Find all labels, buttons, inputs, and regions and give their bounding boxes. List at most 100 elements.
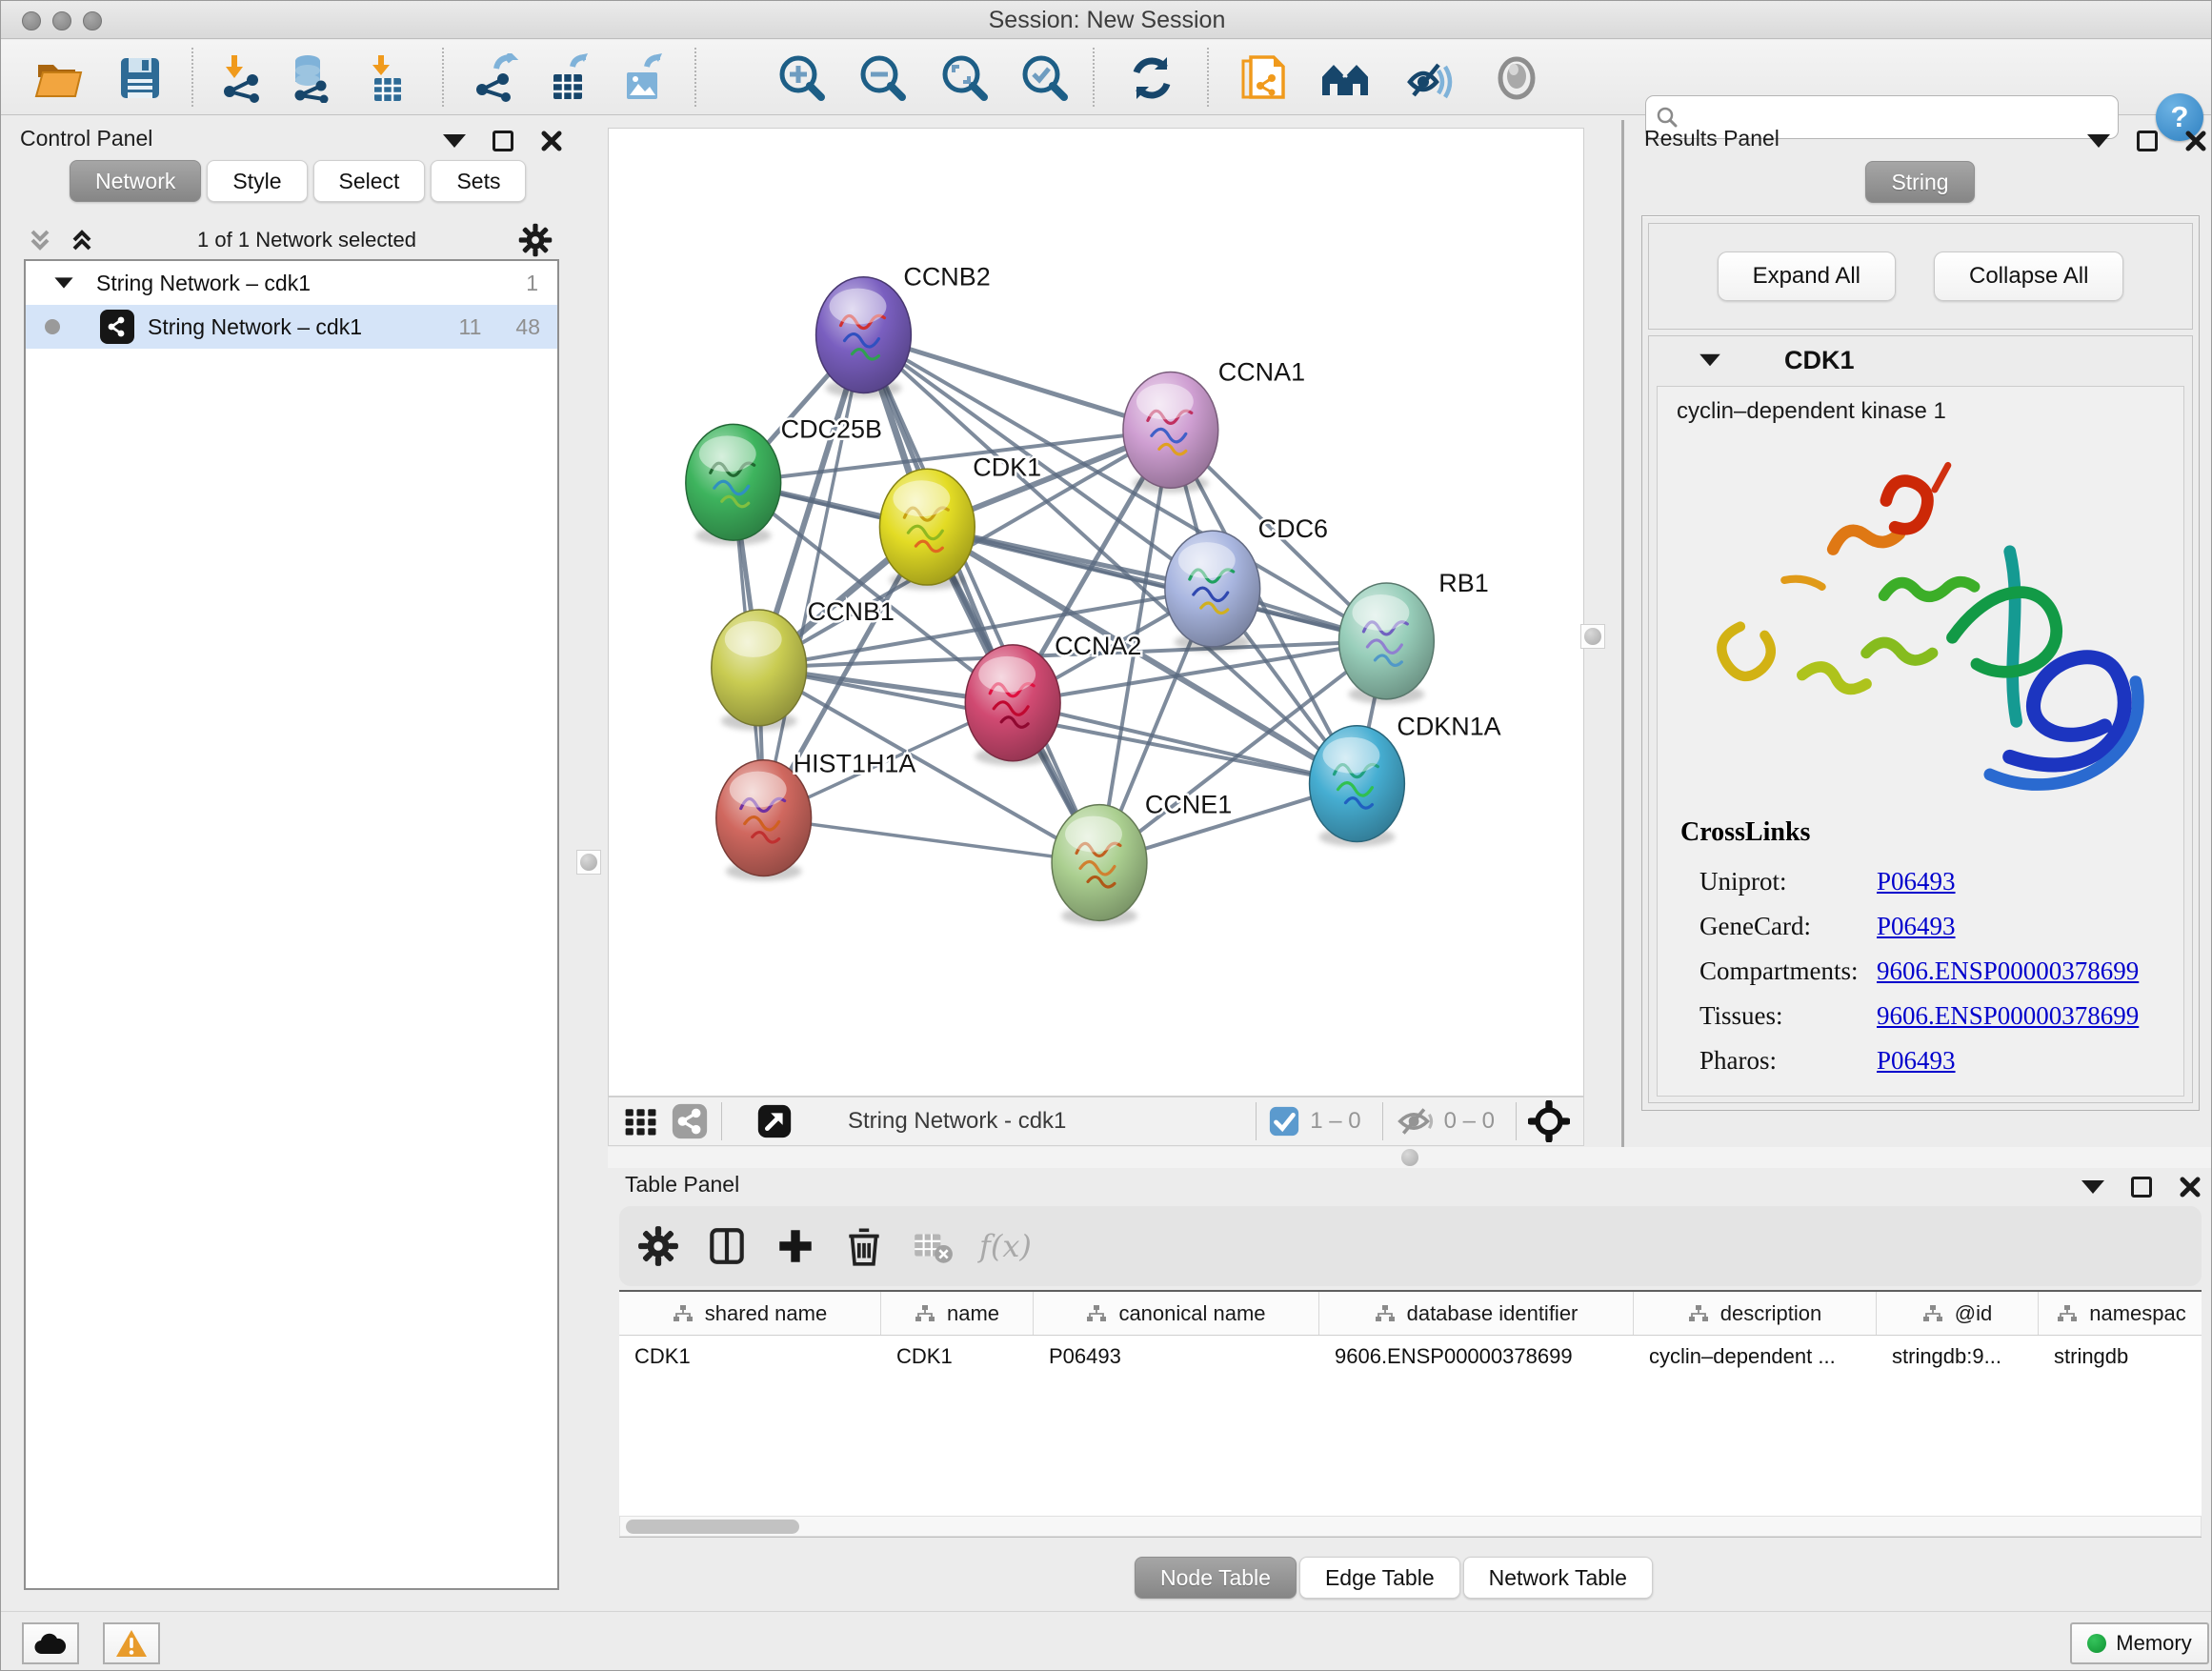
zoom-in-icon[interactable] (777, 53, 827, 103)
tab-sets[interactable]: Sets (431, 160, 526, 202)
node-CDC6[interactable]: CDC6 (1165, 514, 1328, 652)
node-CDKN1A[interactable]: CDKN1A (1310, 713, 1501, 847)
zoom-selected-icon[interactable] (1020, 53, 1070, 103)
column-header-database-identifier[interactable]: database identifier (1319, 1292, 1634, 1335)
collection-expand-caret[interactable] (54, 277, 72, 288)
tab-edge-table[interactable]: Edge Table (1299, 1557, 1460, 1599)
network-collection-row[interactable]: String Network – cdk1 1 (26, 261, 557, 305)
open-in-new-window-icon[interactable] (754, 1101, 794, 1141)
left-splitter-handle[interactable] (576, 850, 601, 875)
control-panel-close-icon[interactable] (540, 130, 563, 152)
memory-button[interactable]: Memory (2070, 1622, 2209, 1664)
export-image-icon[interactable] (618, 53, 668, 103)
table-settings-gear-icon[interactable] (636, 1224, 680, 1268)
collapse-all-icon[interactable] (26, 226, 54, 254)
node-table[interactable]: shared name name canonical name database… (619, 1290, 2202, 1538)
table-horizontal-scrollbar[interactable] (619, 1516, 2202, 1537)
network-share-view-icon[interactable] (670, 1101, 710, 1141)
results-panel-float-icon[interactable] (2137, 131, 2158, 151)
cell--id[interactable]: stringdb:9... (1877, 1344, 2039, 1369)
column-header-name[interactable]: name (881, 1292, 1034, 1335)
table-panel-menu-caret[interactable] (2081, 1180, 2104, 1194)
control-panel-menu-caret[interactable] (443, 134, 466, 148)
network-row-selected[interactable]: String Network – cdk1 11 48 (26, 305, 557, 349)
cell-namespac[interactable]: stringdb (2039, 1344, 2202, 1369)
node-CCNA2[interactable]: CCNA2 (965, 632, 1141, 766)
column-header-namespac[interactable]: namespac (2039, 1292, 2202, 1335)
toolbar-separator (442, 48, 444, 107)
network-canvas[interactable]: CCNB2 CCNA1 CDC25B CDK1 CDC6 RB1 CCNB1 C… (608, 128, 1584, 1097)
cell-description[interactable]: cyclin–dependent ... (1634, 1344, 1877, 1369)
grid-view-icon[interactable] (622, 1102, 660, 1140)
right-splitter-handle[interactable] (1580, 624, 1605, 649)
edge-CCNB2-CCNE1[interactable] (863, 335, 1099, 863)
import-network-from-database-icon[interactable] (285, 53, 334, 103)
results-panel-close-icon[interactable] (2184, 130, 2207, 152)
network-node-count: 11 (459, 314, 482, 340)
export-network-icon[interactable] (470, 53, 519, 103)
import-table-icon[interactable] (363, 53, 412, 103)
crosslink-row: GeneCard:P06493 (1699, 904, 2176, 949)
tab-network[interactable]: Network (70, 160, 201, 202)
table-panel-float-icon[interactable] (2131, 1177, 2152, 1198)
edge-CCNE1-HIST1H1A[interactable] (764, 818, 1099, 863)
selected-nodes-checkbox-icon[interactable] (1268, 1105, 1300, 1137)
crosslink-compartments-link[interactable]: 9606.ENSP00000378699 (1877, 956, 2139, 986)
refresh-icon[interactable] (1127, 53, 1176, 103)
node-CDK1[interactable]: CDK1 (879, 453, 1041, 590)
tab-string[interactable]: String (1865, 161, 1974, 203)
column-header--id[interactable]: @id (1877, 1292, 2039, 1335)
column-header-canonical-name[interactable]: canonical name (1034, 1292, 1319, 1335)
cell-database-identifier[interactable]: 9606.ENSP00000378699 (1319, 1344, 1634, 1369)
expand-all-icon[interactable] (68, 226, 96, 254)
clear-table-icon[interactable] (911, 1224, 955, 1268)
node-RB1[interactable]: RB1 (1338, 569, 1488, 704)
cell-name[interactable]: CDK1 (881, 1344, 1034, 1369)
expand-all-button[interactable]: Expand All (1718, 252, 1896, 301)
column-header-description[interactable]: description (1634, 1292, 1877, 1335)
tab-node-table[interactable]: Node Table (1135, 1557, 1297, 1599)
tab-style[interactable]: Style (207, 160, 307, 202)
houses-icon[interactable] (1320, 53, 1370, 103)
zoom-out-icon[interactable] (858, 53, 908, 103)
crosslink-pharos-link[interactable]: P06493 (1877, 1046, 1956, 1076)
birds-eye-view-icon[interactable] (1492, 53, 1541, 103)
cloud-status-button[interactable] (22, 1622, 79, 1664)
network-options-gear-icon[interactable] (517, 222, 553, 258)
open-session-icon[interactable] (33, 53, 83, 103)
cell-shared-name[interactable]: CDK1 (619, 1344, 881, 1369)
cell-canonical-name[interactable]: P06493 (1034, 1344, 1319, 1369)
column-header-shared-name[interactable]: shared name (619, 1292, 881, 1335)
crosslink-genecard-link[interactable]: P06493 (1877, 912, 1956, 941)
node-HIST1H1A[interactable]: HIST1H1A (716, 750, 916, 881)
crosslink-uniprot-link[interactable]: P06493 (1877, 867, 1956, 896)
delete-columns-trash-icon[interactable] (842, 1224, 886, 1268)
save-session-icon[interactable] (115, 53, 165, 103)
birds-eye-crosshair-icon[interactable] (1528, 1100, 1570, 1142)
results-panel-menu-caret[interactable] (2087, 134, 2110, 148)
tab-network-table[interactable]: Network Table (1463, 1557, 1653, 1599)
collapse-all-button[interactable]: Collapse All (1934, 252, 2123, 301)
table-panel-close-icon[interactable] (2179, 1176, 2202, 1198)
show-columns-icon[interactable] (705, 1224, 749, 1268)
node-CDC25B[interactable]: CDC25B (686, 414, 882, 545)
import-network-icon[interactable] (216, 53, 266, 103)
scrollbar-thumb[interactable] (626, 1520, 799, 1534)
node-CCNB2[interactable]: CCNB2 (816, 263, 991, 398)
edge-CCNB2-HIST1H1A[interactable] (764, 335, 864, 818)
table-row[interactable]: CDK1CDK1P064939606.ENSP00000378699cyclin… (619, 1336, 2202, 1378)
zoom-fit-icon[interactable] (940, 53, 990, 103)
splitter-dot (1584, 628, 1601, 645)
string-document-icon[interactable] (1239, 53, 1289, 103)
crosslink-tissues-link[interactable]: 9606.ENSP00000378699 (1877, 1001, 2139, 1031)
graphics-details-icon[interactable] (1404, 53, 1454, 103)
control-panel-float-icon[interactable] (493, 131, 513, 151)
warnings-button[interactable] (103, 1622, 160, 1664)
horizontal-splitter[interactable] (608, 1147, 2212, 1168)
hidden-elements-eye-icon[interactable] (1395, 1104, 1435, 1138)
protein-section-caret[interactable] (1699, 354, 1720, 367)
create-column-icon[interactable] (774, 1224, 817, 1268)
export-table-icon[interactable] (544, 53, 593, 103)
node-CCNE1[interactable]: CCNE1 (1052, 791, 1232, 926)
tab-select[interactable]: Select (313, 160, 426, 202)
